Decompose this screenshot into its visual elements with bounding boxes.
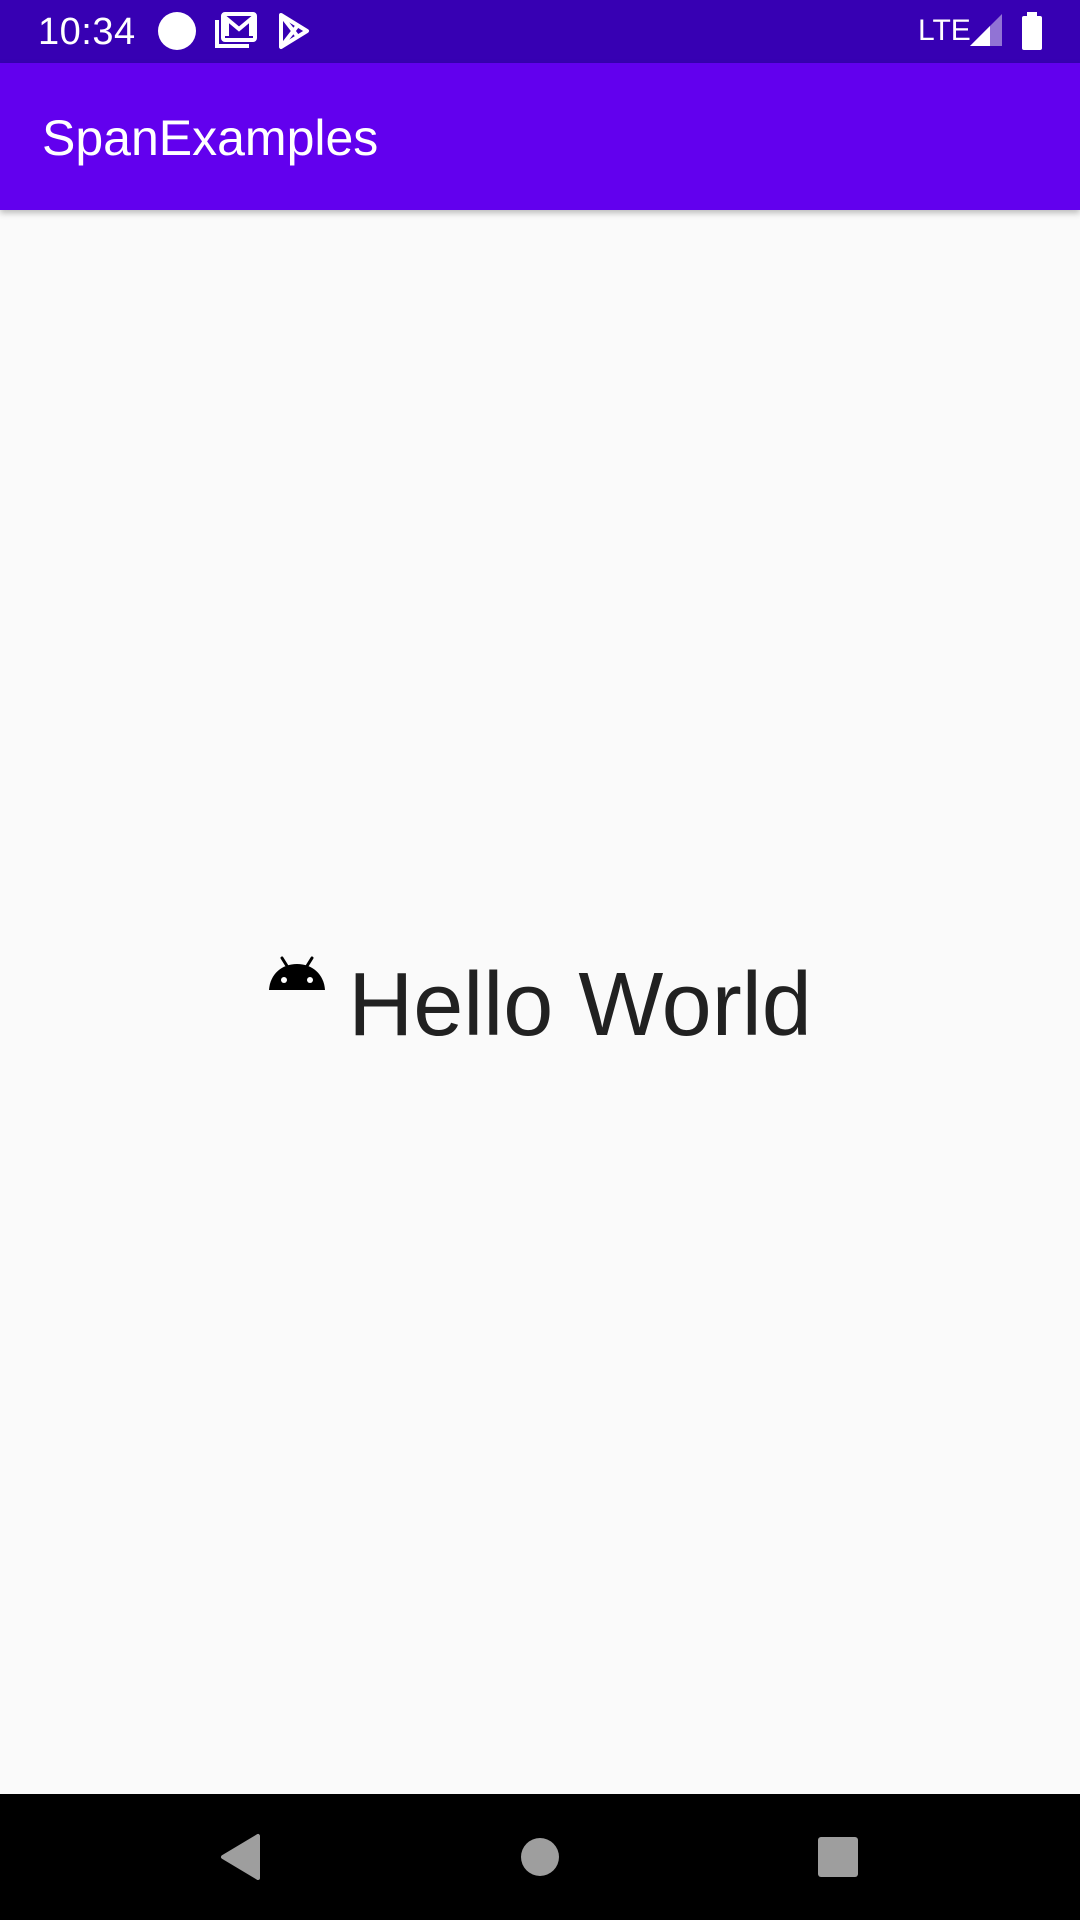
gmail-icon bbox=[215, 12, 257, 48]
home-icon[interactable] bbox=[507, 1824, 573, 1890]
circle-notification-icon bbox=[158, 12, 196, 50]
recents-icon[interactable] bbox=[805, 1824, 871, 1890]
hello-world-text: Hello World bbox=[348, 955, 812, 1055]
signal-icon bbox=[970, 14, 1002, 46]
back-icon[interactable] bbox=[207, 1824, 273, 1890]
android-icon bbox=[269, 956, 326, 990]
play-store-icon bbox=[279, 13, 309, 49]
app-title: SpanExamples bbox=[42, 110, 379, 166]
main-content: Hello World bbox=[0, 210, 1080, 1794]
app-bar: SpanExamples bbox=[0, 63, 1080, 210]
navigation-bar bbox=[0, 1794, 1080, 1920]
battery-icon bbox=[1022, 12, 1042, 50]
network-type: LTE bbox=[918, 14, 971, 47]
hello-world-row: Hello World bbox=[0, 950, 1080, 1060]
status-time: 10:34 bbox=[38, 11, 136, 53]
status-bar: 10:34 LTE bbox=[0, 0, 1080, 63]
